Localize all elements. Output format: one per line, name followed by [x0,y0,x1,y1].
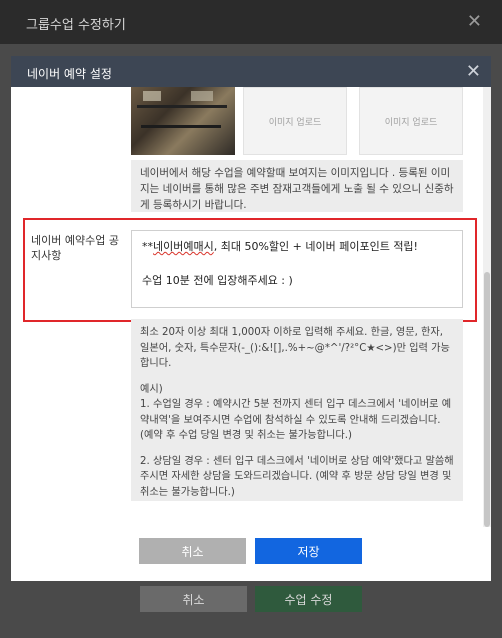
image-upload-button[interactable]: 이미지 업로드 [359,87,463,155]
outer-modal-header: 그룹수업 수정하기 ✕ [0,0,502,44]
modal-header: 네이버 예약 설정 ✕ [11,56,491,87]
red-highlight-frame [23,218,477,322]
help-example-title: 예시) [140,383,163,395]
scrollbar-thumb[interactable] [484,272,490,527]
outer-close-icon[interactable]: ✕ [467,11,482,32]
modal-title: 네이버 예약 설정 [27,67,112,81]
cancel-button[interactable]: 취소 [139,538,246,564]
modal-scrollbar[interactable] [483,87,491,527]
image-upload-button[interactable]: 이미지 업로드 [243,87,347,155]
close-icon[interactable]: ✕ [466,61,481,82]
photo-equipment-shape [137,105,227,108]
outer-modal-title: 그룹수업 수정하기 [26,18,126,33]
naver-reservation-modal: 네이버 예약 설정 ✕ 이미지 업로드 이미지 업로드 네이버에서 해당 수업을… [11,56,491,581]
help-example-2: 2. 상담일 경우 : 센터 입구 데스크에서 '네이버로 상담 예약'했다고 … [140,455,454,498]
help-example-1: 1. 수업일 경우 : 예약시간 5분 전까지 센터 입구 데스크에서 '네이버… [140,399,452,441]
photo-equipment-shape [141,125,221,128]
notice-help-text: 최소 20자 이상 최대 1,000자 이하로 입력해 주세요. 한글, 영문,… [131,319,463,501]
outer-cancel-button[interactable]: 취소 [140,586,247,612]
gym-photo-thumbnail[interactable] [131,87,235,155]
help-rule: 최소 20자 이상 최대 1,000자 이하로 입력해 주세요. 한글, 영문,… [140,327,450,369]
outer-submit-button[interactable]: 수업 수정 [255,586,362,612]
image-info-text: 네이버에서 해당 수업을 예약할때 보여지는 이미지입니다 . 등록된 이미지는… [131,160,463,212]
photo-window-shape [191,91,213,101]
save-button[interactable]: 저장 [255,538,362,564]
photo-window-shape [143,91,161,101]
